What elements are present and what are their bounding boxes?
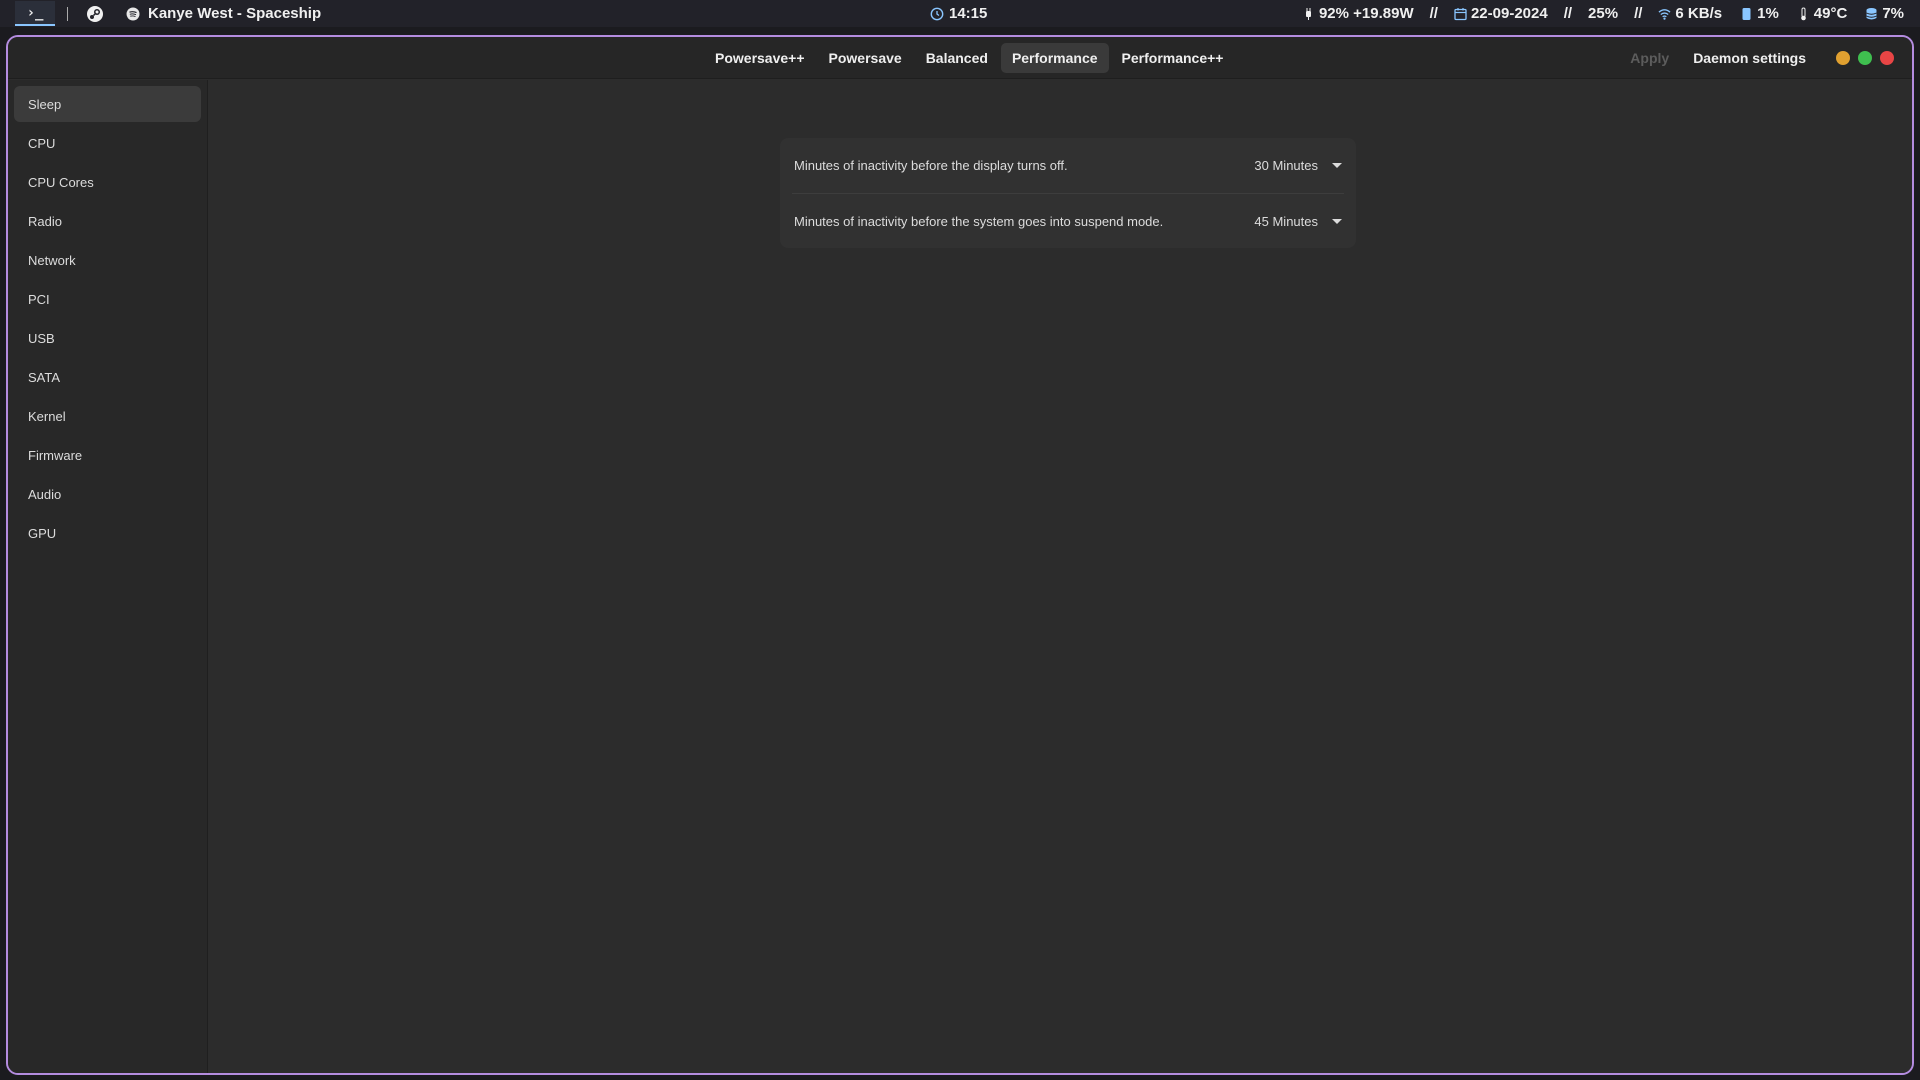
sidebar-item-pci[interactable]: PCI [14, 281, 201, 317]
suspend-value: 45 Minutes [1254, 213, 1318, 229]
sidebar: Sleep CPU CPU Cores Radio Network PCI US… [8, 80, 208, 1073]
sidebar-item-cpu[interactable]: CPU [14, 125, 201, 161]
profile-performance-button[interactable]: Performance [1000, 43, 1109, 73]
suspend-dropdown[interactable]: 45 Minutes [1254, 214, 1342, 229]
clock-icon [930, 7, 944, 20]
suspend-row: Minutes of inactivity before the system … [792, 193, 1344, 248]
display-off-value: 30 Minutes [1254, 158, 1318, 173]
disk-text: 7% [1882, 5, 1904, 22]
sidebar-item-kernel[interactable]: Kernel [14, 398, 201, 434]
close-button[interactable] [1880, 51, 1894, 65]
separator: // [1563, 5, 1573, 22]
separator: // [1634, 5, 1643, 22]
app-window: Powersave++ Powersave Balanced Performan… [6, 35, 1914, 1075]
sidebar-item-radio[interactable]: Radio [14, 203, 201, 239]
database-icon [1866, 7, 1878, 19]
sidebar-item-network[interactable]: Network [14, 242, 201, 278]
thermometer-icon [1800, 7, 1806, 20]
clock[interactable]: 14:15 [930, 0, 987, 27]
display-off-dropdown[interactable]: 30 Minutes [1254, 158, 1342, 173]
sleep-settings-card: Minutes of inactivity before the display… [780, 138, 1356, 248]
wifi-icon [1658, 8, 1671, 20]
temperature-text: 49°C [1813, 5, 1848, 22]
profile-switcher: Powersave++ Powersave Balanced Performan… [704, 43, 1234, 73]
memory-icon [1742, 7, 1751, 20]
memory-text: 1% [1757, 5, 1779, 22]
battery-text: 92% +19.89W [1318, 5, 1414, 22]
sidebar-item-sata[interactable]: SATA [14, 359, 201, 395]
top-panel: ›_ Kanye West - Spaceship 14:15 92% +19.… [0, 0, 1920, 27]
steam-icon[interactable] [86, 5, 104, 23]
sidebar-item-gpu[interactable]: GPU [14, 515, 201, 551]
suspend-label: Minutes of inactivity before the system … [794, 213, 1164, 229]
sidebar-item-audio[interactable]: Audio [14, 476, 201, 512]
display-off-label: Minutes of inactivity before the display… [794, 158, 1068, 173]
chevron-down-icon [1332, 163, 1342, 168]
display-off-row: Minutes of inactivity before the display… [780, 138, 1356, 193]
network-status[interactable]: 6 KB/s [1658, 5, 1722, 22]
sidebar-item-cpu-cores[interactable]: CPU Cores [14, 164, 201, 200]
daemon-settings-button[interactable]: Daemon settings [1693, 50, 1806, 66]
sidebar-item-sleep[interactable]: Sleep [14, 86, 201, 122]
apply-button[interactable]: Apply [1630, 50, 1669, 66]
network-speed-text: 6 KB/s [1675, 5, 1723, 22]
minimize-button[interactable] [1836, 51, 1850, 65]
sidebar-item-firmware[interactable]: Firmware [14, 437, 201, 473]
profile-powersave-button[interactable]: Powersave [818, 43, 913, 73]
temperature-status[interactable]: 49°C [1797, 5, 1848, 22]
profile-performance-plus-button[interactable]: Performance++ [1111, 43, 1235, 73]
sidebar-item-usb[interactable]: USB [14, 320, 201, 356]
divider [67, 6, 68, 21]
cpu-usage-text[interactable]: 25% [1588, 5, 1618, 22]
date-text: 22-09-2024 [1470, 5, 1548, 22]
window-controls [1836, 51, 1894, 65]
header-bar: Powersave++ Powersave Balanced Performan… [8, 37, 1912, 79]
disk-status[interactable]: 7% [1865, 5, 1904, 22]
power-plug-icon [1305, 7, 1311, 20]
chevron-down-icon [1332, 218, 1342, 224]
battery-status[interactable]: 92% +19.89W [1302, 5, 1414, 22]
terminal-icon: ›_ [26, 4, 44, 21]
maximize-button[interactable] [1858, 51, 1872, 65]
profile-powersave-plus-button[interactable]: Powersave++ [704, 43, 816, 73]
now-playing-text[interactable]: Kanye West - Spaceship [148, 5, 321, 22]
separator: // [1429, 5, 1438, 22]
workspace-terminal-button[interactable]: ›_ [15, 1, 55, 26]
calendar-icon [1454, 7, 1467, 20]
spotify-icon [126, 7, 140, 20]
memory-status[interactable]: 1% [1740, 5, 1779, 22]
clock-time: 14:15 [949, 5, 988, 22]
profile-balanced-button[interactable]: Balanced [915, 43, 999, 73]
main-content: Minutes of inactivity before the display… [209, 80, 1912, 1073]
date-status[interactable]: 22-09-2024 [1454, 5, 1548, 22]
